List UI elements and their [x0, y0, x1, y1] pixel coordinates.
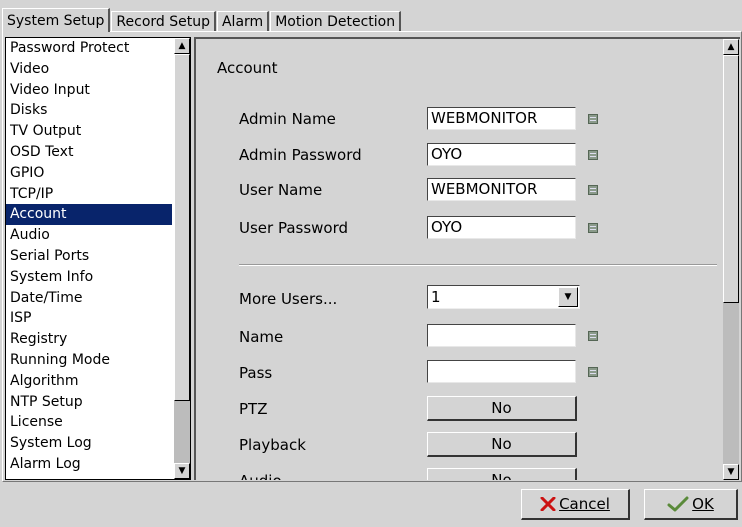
cancel-label: Cancel	[559, 495, 610, 513]
account-settings: Account Admin Name WEBMONITOR Admin Pass…	[194, 37, 740, 480]
more-users-value: 1	[431, 288, 441, 306]
keyboard-icon[interactable]	[588, 150, 598, 160]
sidebar-item-password-protect[interactable]: Password Protect	[6, 38, 172, 59]
sidebar-item-video-input[interactable]: Video Input	[6, 80, 172, 101]
audio-label: Audio	[239, 472, 282, 480]
pass-field[interactable]	[427, 360, 576, 383]
sidebar-item-isp[interactable]: ISP	[6, 308, 172, 329]
ok-button[interactable]: OK	[644, 489, 738, 520]
sidebar-item-video[interactable]: Video	[6, 59, 172, 80]
admin-password-label: Admin Password	[239, 146, 362, 164]
checkmark-icon	[667, 496, 689, 512]
content-scrollbar[interactable]: ▲ ▼	[723, 39, 739, 480]
sidebar-item-license[interactable]: License	[6, 412, 172, 433]
tab-bar: System Setup Record Setup Alarm Motion D…	[2, 8, 402, 32]
sidebar-item-date-time[interactable]: Date/Time	[6, 288, 172, 309]
user-password-field[interactable]: OYO	[427, 216, 576, 239]
scroll-down-button[interactable]: ▼	[174, 463, 190, 479]
sidebar-item-running-mode[interactable]: Running Mode	[6, 350, 172, 371]
sidebar-item-gpio[interactable]: GPIO	[6, 163, 172, 184]
scroll-thumb[interactable]	[174, 54, 190, 401]
category-items: Password Protect Video Video Input Disks TV …	[6, 38, 172, 479]
scroll-up-button[interactable]: ▲	[174, 38, 190, 54]
scroll-thumb[interactable]	[723, 55, 739, 303]
chevron-down-icon[interactable]: ▼	[558, 287, 578, 307]
more-users-select[interactable]: 1 ▼	[427, 285, 580, 309]
user-name-field[interactable]: WEBMONITOR	[427, 178, 576, 201]
sidebar-item-account[interactable]: Account	[6, 204, 172, 226]
admin-name-field[interactable]: WEBMONITOR	[427, 107, 576, 130]
sidebar-item-disks[interactable]: Disks	[6, 100, 172, 121]
admin-password-field[interactable]: OYO	[427, 143, 576, 166]
tab-system-setup[interactable]: System Setup	[2, 8, 111, 32]
sidebar-item-system-log[interactable]: System Log	[6, 433, 172, 454]
sidebar-item-system-info[interactable]: System Info	[6, 267, 172, 288]
tab-alarm[interactable]: Alarm	[216, 11, 270, 32]
user-name-label: User Name	[239, 181, 323, 199]
sidebar-item-audio[interactable]: Audio	[6, 225, 172, 246]
cancel-button[interactable]: Cancel	[521, 489, 630, 520]
ptz-toggle-button[interactable]: No	[427, 396, 577, 421]
user-password-label: User Password	[239, 219, 349, 237]
scroll-down-button[interactable]: ▼	[723, 464, 739, 480]
sidebar-item-tv-output[interactable]: TV Output	[6, 121, 172, 142]
scroll-up-button[interactable]: ▲	[723, 39, 739, 55]
keyboard-icon[interactable]	[588, 223, 598, 233]
x-icon	[540, 496, 556, 512]
playback-label: Playback	[239, 436, 306, 454]
sidebar-item-tcp-ip[interactable]: TCP/IP	[6, 184, 172, 205]
tab-record-setup[interactable]: Record Setup	[111, 11, 216, 32]
name-label: Name	[239, 328, 284, 346]
list-scrollbar[interactable]: ▲ ▼	[174, 38, 190, 479]
admin-name-label: Admin Name	[239, 110, 336, 128]
tab-motion-detection[interactable]: Motion Detection	[270, 11, 402, 32]
section-title: Account	[217, 59, 278, 77]
sidebar-item-serial-ports[interactable]: Serial Ports	[6, 246, 172, 267]
ptz-label: PTZ	[239, 400, 268, 418]
playback-toggle-button[interactable]: No	[427, 432, 577, 457]
keyboard-icon[interactable]	[588, 114, 598, 124]
audio-toggle-button[interactable]: No	[427, 468, 577, 480]
sidebar-item-algorithm[interactable]: Algorithm	[6, 371, 172, 392]
sidebar-item-registry[interactable]: Registry	[6, 329, 172, 350]
keyboard-icon[interactable]	[588, 185, 598, 195]
sidebar-item-alarm-log[interactable]: Alarm Log	[6, 454, 172, 475]
sidebar-item-osd-text[interactable]: OSD Text	[6, 142, 172, 163]
divider	[239, 264, 717, 266]
keyboard-icon[interactable]	[588, 331, 598, 341]
keyboard-icon[interactable]	[588, 367, 598, 377]
settings-category-list: Password Protect Video Video Input Disks TV …	[5, 37, 191, 480]
ok-label: OK	[692, 495, 714, 513]
pass-label: Pass	[239, 364, 273, 382]
more-users-label: More Users...	[239, 290, 338, 308]
sidebar-item-ntp-setup[interactable]: NTP Setup	[6, 392, 172, 413]
name-field[interactable]	[427, 324, 576, 347]
